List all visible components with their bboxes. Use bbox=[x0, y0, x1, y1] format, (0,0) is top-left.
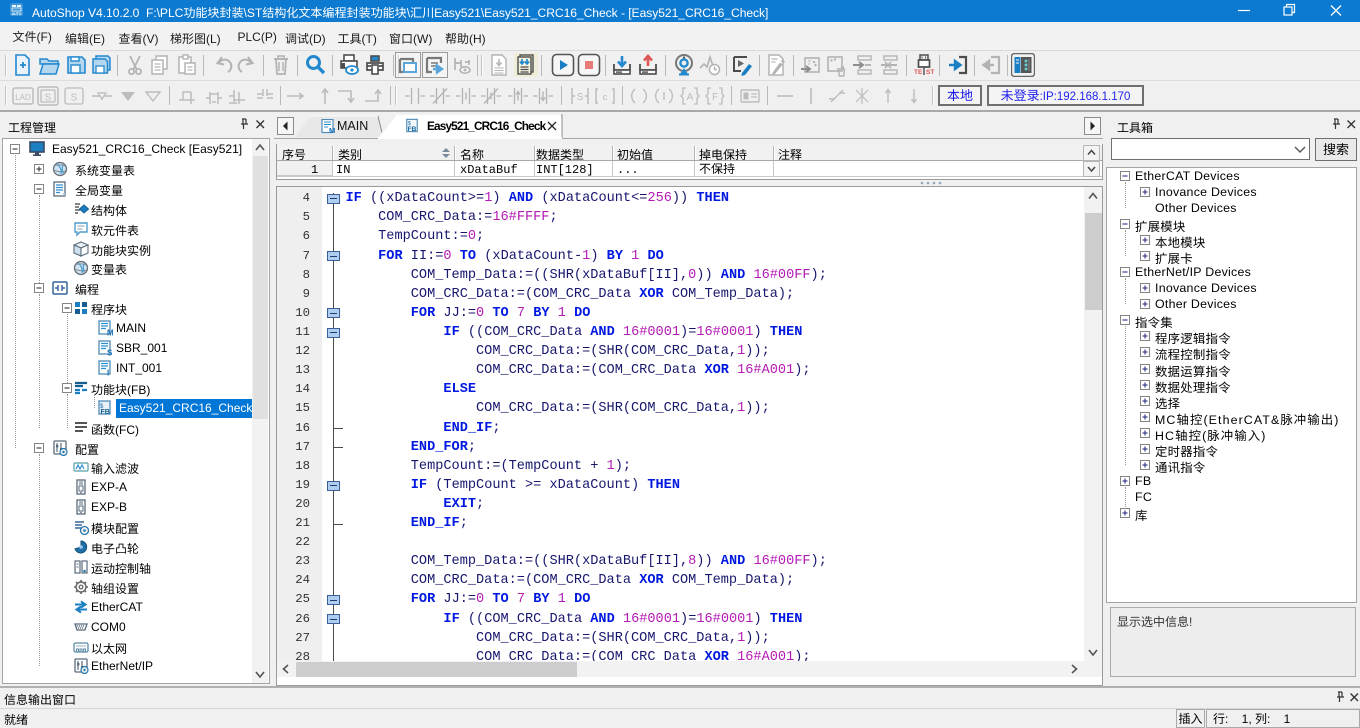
svg-text:I: I bbox=[107, 368, 109, 376]
svg-text:M: M bbox=[107, 329, 113, 337]
svg-text:FB: FB bbox=[408, 126, 417, 133]
svg-text:S: S bbox=[71, 93, 78, 104]
svg-text:S: S bbox=[107, 349, 113, 357]
svg-text:c: c bbox=[603, 92, 608, 102]
svg-text:AUTO: AUTO bbox=[12, 12, 22, 16]
svg-text:S: S bbox=[44, 93, 51, 104]
svg-text:M: M bbox=[329, 126, 335, 134]
svg-text:A: A bbox=[687, 92, 694, 103]
svg-text:FB: FB bbox=[101, 409, 110, 416]
svg-text:F: F bbox=[712, 92, 718, 103]
svg-text:TE: TE bbox=[914, 69, 923, 76]
svg-text:S: S bbox=[577, 92, 584, 103]
svg-text:LAD: LAD bbox=[15, 93, 31, 102]
svg-text:ST: ST bbox=[926, 69, 934, 76]
